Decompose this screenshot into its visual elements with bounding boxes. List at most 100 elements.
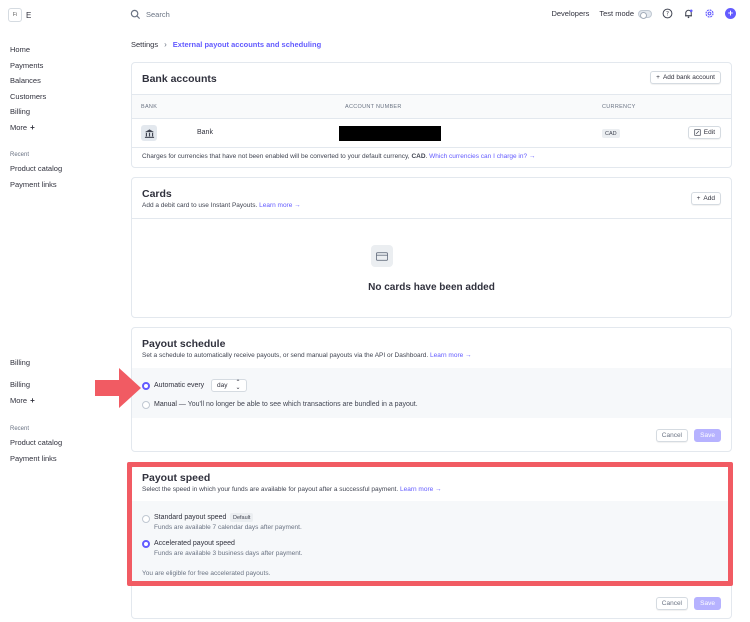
payout-schedule-learn-more-link[interactable]: Learn more → [430, 352, 472, 359]
search-input[interactable]: Search [130, 9, 170, 20]
payout-speed-title: Payout speed [142, 472, 211, 484]
sidebar-item-balances[interactable]: Balances [10, 73, 46, 89]
divider [132, 147, 731, 148]
speed-save-button[interactable]: Save [694, 597, 721, 610]
breadcrumb-settings[interactable]: Settings [131, 40, 158, 49]
currency-note: Charges for currencies that have not bee… [142, 153, 536, 160]
create-button[interactable]: + [725, 8, 736, 19]
sidebar: Fi E Home Payments Balances Customers Bi… [0, 0, 110, 622]
cards-learn-more-link[interactable]: Learn more → [259, 202, 301, 209]
accelerated-speed-note: Funds are available 3 business days afte… [154, 550, 303, 557]
developers-link[interactable]: Developers [551, 9, 589, 18]
column-currency: CURRENCY [602, 104, 636, 110]
payout-schedule-description-text: Set a schedule to automatically receive … [142, 352, 429, 359]
topbar: Search Developers Test mode ? + [110, 0, 750, 30]
plus-icon: + [30, 395, 35, 405]
breadcrumb-current[interactable]: External payout accounts and scheduling [173, 40, 321, 49]
sidebar-item-customers[interactable]: Customers [10, 89, 46, 105]
table-header: BANK ACCOUNT NUMBER CURRENCY [132, 94, 731, 119]
accelerated-speed-radio[interactable] [142, 540, 150, 548]
speed-cancel-button[interactable]: Cancel [655, 597, 688, 610]
automatic-radio[interactable] [142, 382, 150, 390]
sidebar-item-payments[interactable]: Payments [10, 58, 46, 74]
divider [132, 218, 731, 219]
lower-nav-items: Billing More + [10, 377, 35, 408]
recent-heading: Recent [10, 426, 30, 432]
schedule-cancel-button[interactable]: Cancel [655, 429, 688, 442]
toggle-switch [638, 9, 652, 19]
recent-nav: Recent Product catalog Payment links [10, 149, 62, 192]
lower-recent-nav: Recent Product catalog Payment links [10, 423, 62, 466]
bank-name: Bank [197, 129, 213, 136]
default-badge: Default [230, 513, 254, 522]
sidebar-item-billing[interactable]: Billing [10, 377, 35, 393]
breadcrumb: Settings › External payout accounts and … [131, 40, 321, 49]
sidebar-item-payment-links[interactable]: Payment links [10, 451, 62, 467]
cards-card: Cards Add a debit card to use Instant Pa… [131, 177, 732, 318]
bank-accounts-title: Bank accounts [142, 73, 217, 85]
plus-icon: + [656, 74, 660, 81]
sidebar-item-billing[interactable]: Billing [10, 104, 46, 120]
sidebar-item-home[interactable]: Home [10, 42, 46, 58]
payout-speed-description: Select the speed in which your funds are… [142, 486, 442, 493]
sidebar-item-product-catalog[interactable]: Product catalog [10, 435, 62, 451]
column-bank: BANK [141, 104, 158, 110]
brand-logo: Fi [8, 8, 22, 22]
manual-label-text: Manual [154, 401, 177, 408]
bell-icon[interactable] [683, 8, 694, 19]
which-currencies-link[interactable]: Which currencies can I charge in? → [429, 153, 535, 160]
payout-schedule-title: Payout schedule [142, 338, 226, 350]
add-card-button[interactable]: + Add [690, 192, 721, 205]
standard-speed-radio[interactable] [142, 515, 150, 523]
sidebar-item-more[interactable]: More + [10, 393, 35, 409]
sidebar-item-product-catalog[interactable]: Product catalog [10, 161, 62, 177]
manual-note: — You'll no longer be able to see which … [178, 401, 418, 408]
recent-heading: Recent [10, 152, 30, 158]
empty-state-title: No cards have been added [368, 282, 495, 293]
account-name: E [26, 10, 32, 20]
button-label: Add bank account [662, 74, 715, 81]
interval-select[interactable]: day ⌃ ⌄ [211, 379, 247, 392]
manual-radio[interactable] [142, 401, 150, 409]
edit-bank-button[interactable]: Edit [687, 126, 721, 139]
lower-nav: Billing [10, 355, 30, 371]
currency-note-text: Charges for currencies that have not bee… [142, 153, 412, 160]
help-icon[interactable]: ? [662, 8, 673, 19]
search-placeholder: Search [146, 10, 170, 19]
cards-description: Add a debit card to use Instant Payouts.… [142, 202, 301, 209]
payout-schedule-card: Payout schedule Set a schedule to automa… [131, 327, 732, 452]
arrow-right-icon [95, 368, 141, 408]
plus-icon: + [696, 195, 701, 202]
bank-accounts-card: Bank accounts + Add bank account BANK AC… [131, 62, 732, 168]
standard-speed-note: Funds are available 7 calendar days afte… [154, 524, 302, 531]
test-mode-label: Test mode [599, 9, 634, 18]
eligibility-note: You are eligible for free accelerated pa… [142, 570, 271, 577]
account-switcher[interactable]: Fi E [8, 8, 31, 22]
payout-speed-learn-more-link[interactable]: Learn more → [400, 486, 442, 493]
payout-speed-card: Payout speed Select the speed in which y… [131, 465, 732, 619]
schedule-options [132, 368, 731, 418]
button-label: Add [703, 195, 715, 202]
sidebar-item-billing-heading[interactable]: Billing [10, 355, 30, 371]
sidebar-item-more[interactable]: More + [10, 120, 46, 136]
card-icon [371, 245, 393, 267]
gear-icon[interactable] [704, 8, 715, 19]
button-label: Edit [703, 129, 715, 136]
manual-label: Manual — You'll no longer be able to see… [154, 401, 418, 408]
cards-description-text: Add a debit card to use Instant Payouts. [142, 202, 258, 209]
test-mode-toggle[interactable]: Test mode [599, 9, 652, 19]
interval-value: day [217, 382, 228, 389]
chevron-right-icon: › [164, 40, 167, 49]
schedule-save-button[interactable]: Save [694, 429, 721, 442]
chevron-updown-icon: ⌃ ⌄ [235, 380, 241, 391]
automatic-label: Automatic every [154, 382, 205, 389]
add-bank-account-button[interactable]: + Add bank account [650, 71, 721, 84]
sidebar-item-payment-links[interactable]: Payment links [10, 177, 62, 193]
account-number-redacted [339, 126, 441, 141]
svg-text:?: ? [666, 11, 669, 18]
payout-speed-description-text: Select the speed in which your funds are… [142, 486, 399, 493]
payout-schedule-description: Set a schedule to automatically receive … [142, 352, 472, 359]
edit-icon [694, 129, 701, 136]
column-account-number: ACCOUNT NUMBER [345, 104, 402, 110]
primary-nav: Home Payments Balances Customers Billing… [10, 42, 46, 135]
